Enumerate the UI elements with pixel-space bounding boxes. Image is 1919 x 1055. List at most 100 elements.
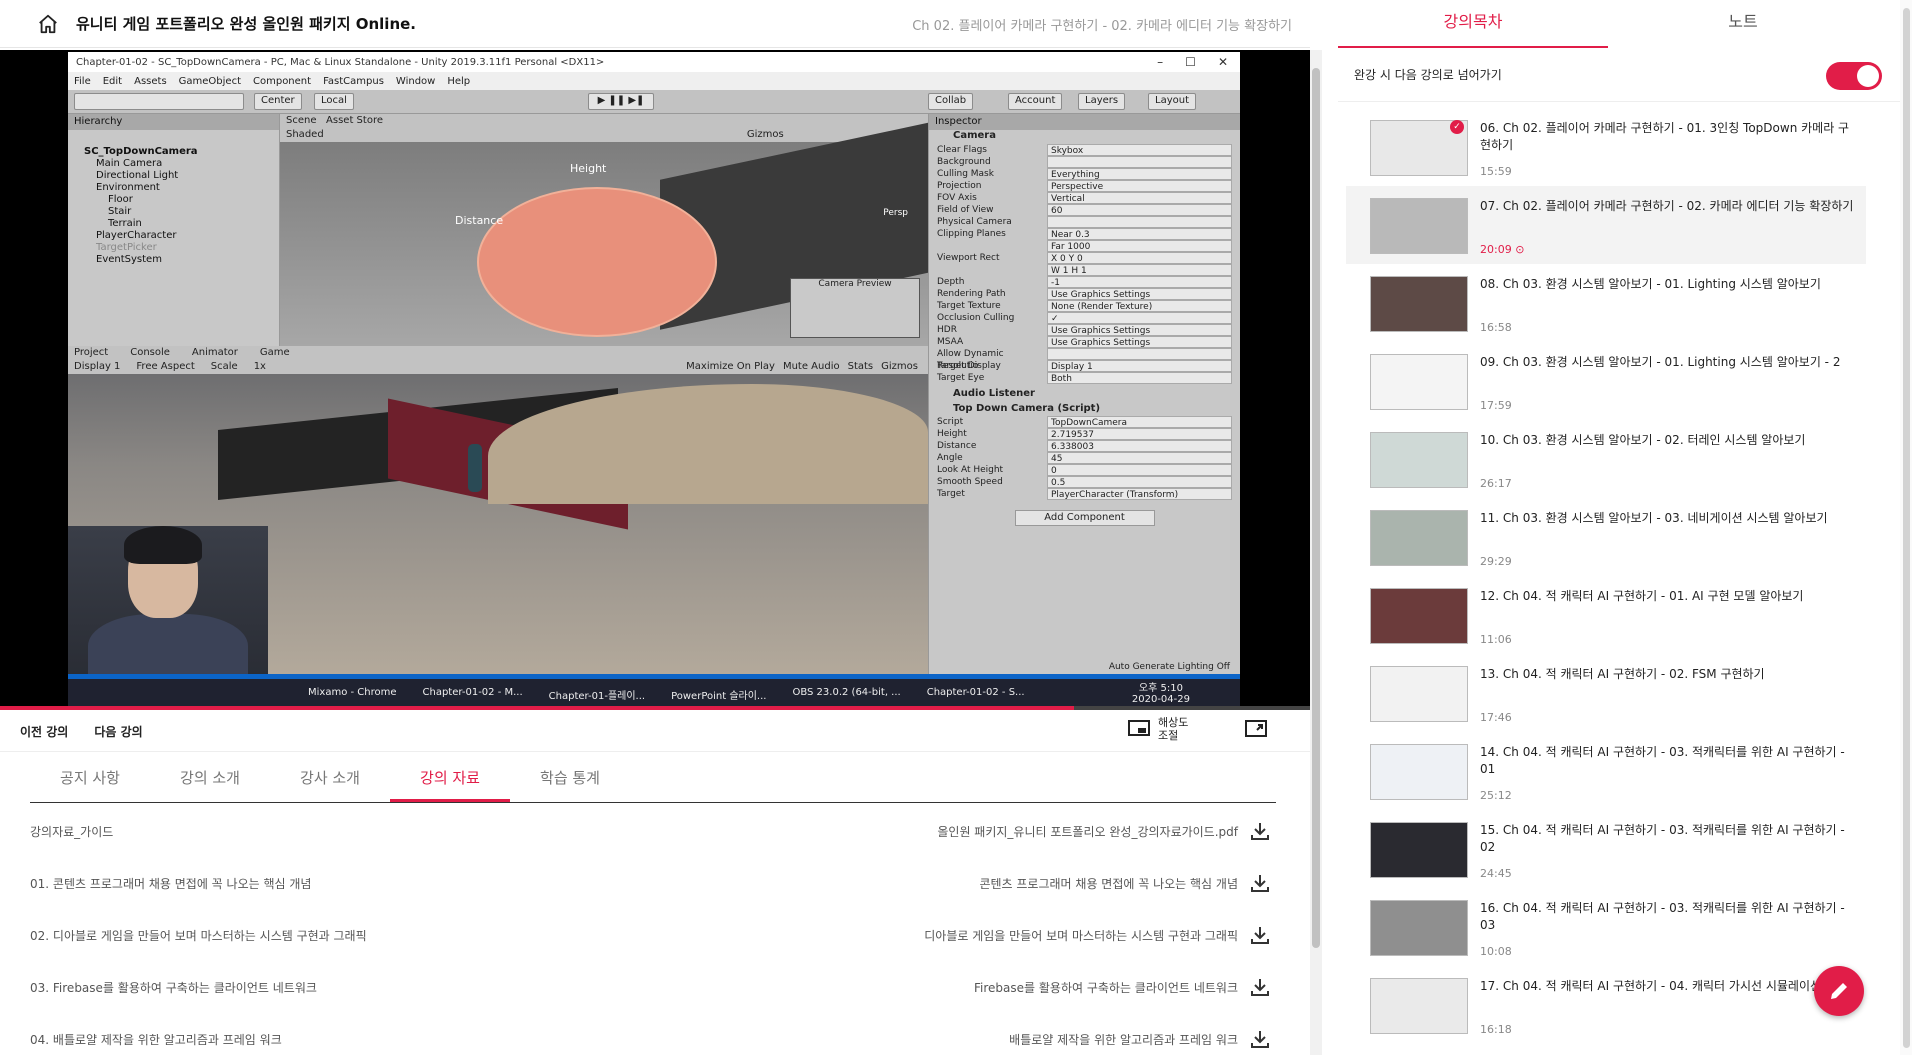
- resolution-button[interactable]: 해상도 조절: [1128, 716, 1198, 742]
- tab-2[interactable]: 강의 소개: [150, 757, 270, 802]
- lecture-item[interactable]: 15. Ch 04. 적 캐릭터 AI 구현하기 - 03. 적캐릭터를 위한 …: [1346, 810, 1866, 888]
- lecture-item[interactable]: 11. Ch 03. 환경 시스템 알아보기 - 03. 네비게이션 시스템 알…: [1346, 498, 1866, 576]
- hierarchy-item: EventSystem: [96, 254, 162, 265]
- material-file-link[interactable]: 디아블로 게임을 만들어 보며 마스터하는 시스템 구현과 그래픽: [924, 927, 1238, 944]
- lecture-item[interactable]: 08. Ch 03. 환경 시스템 알아보기 - 01. Lighting 시스…: [1346, 264, 1866, 342]
- camera-preview-label: Camera Preview: [818, 279, 892, 289]
- lecture-item[interactable]: 10. Ch 03. 환경 시스템 알아보기 - 02. 터레인 시스템 알아보…: [1346, 420, 1866, 498]
- lecture-thumbnail-image: [1371, 823, 1467, 877]
- auto-next-toggle[interactable]: [1826, 62, 1882, 90]
- game-bar-maximize: Maximize On Play: [686, 361, 775, 372]
- hierarchy-item: Floor: [108, 194, 133, 205]
- inspector-key: Target Eye: [937, 373, 985, 383]
- unity-menubar: File Edit Assets GameObject Component FastCam…: [68, 72, 1240, 90]
- inspector-value: ✓: [1047, 312, 1232, 324]
- inspector-key: [937, 264, 1047, 276]
- tab-curriculum[interactable]: 강의목차: [1338, 0, 1608, 48]
- inspector-row: Rendering Path Use Graphics Settings: [937, 288, 1232, 300]
- lecture-title: 13. Ch 04. 적 캐릭터 AI 구현하기 - 02. FSM 구현하기: [1480, 667, 1765, 681]
- lecture-item[interactable]: ✓ 06. Ch 02. 플레이어 카메라 구현하기 - 01. 3인칭 TopD…: [1346, 108, 1866, 186]
- material-file-link[interactable]: 콘텐츠 프로그래머 채용 면접에 꼭 나오는 핵심 개념: [979, 875, 1238, 892]
- inspector-row: Smooth Speed 0.5: [937, 476, 1232, 488]
- center-button: Center: [254, 93, 302, 110]
- inspector-key: Background: [937, 157, 991, 167]
- material-file-link[interactable]: 배틀로얄 제작을 위한 알고리즘과 프레임 워크: [1009, 1031, 1238, 1048]
- gizmos-label: Gizmos: [746, 129, 784, 140]
- lecture-item[interactable]: 16. Ch 04. 적 캐릭터 AI 구현하기 - 03. 적캐릭터를 위한 …: [1346, 888, 1866, 966]
- material-file-link[interactable]: 올인원 패키지_유니티 포트폴리오 완성_강의자료가이드.pdf: [937, 823, 1238, 840]
- lecture-thumbnail-image: [1371, 433, 1467, 487]
- inspector-key: Look At Height: [937, 465, 1004, 475]
- sidebar-scrollbar[interactable]: [1900, 0, 1912, 1055]
- inspector-value: Vertical: [1047, 192, 1232, 204]
- lecture-item[interactable]: 09. Ch 03. 환경 시스템 알아보기 - 01. Lighting 시스…: [1346, 342, 1866, 420]
- inspector-row: HDR Use Graphics Settings: [937, 324, 1232, 336]
- account-button: Account: [1008, 93, 1063, 110]
- unity-menu-item: GameObject: [178, 75, 241, 87]
- home-icon[interactable]: [24, 0, 72, 48]
- tab-4[interactable]: 강의 자료: [390, 757, 510, 802]
- game-bar-stats: Stats: [847, 361, 874, 372]
- inspector-value: 0: [1047, 464, 1232, 476]
- video-player[interactable]: Chapter-01-02 - SC_TopDownCamera - PC, M…: [0, 50, 1310, 710]
- lecture-title: 10. Ch 03. 환경 시스템 알아보기 - 02. 터레인 시스템 알아보…: [1480, 433, 1806, 447]
- lecture-title: 17. Ch 04. 적 캐릭터 AI 구현하기 - 04. 캐릭터 가시선 시…: [1480, 979, 1849, 993]
- download-icon[interactable]: [1250, 873, 1270, 896]
- inspector-row: Height 2.719537: [937, 428, 1232, 440]
- lecture-item[interactable]: 12. Ch 04. 적 캐릭터 AI 구현하기 - 01. AI 구현 모델 …: [1346, 576, 1866, 654]
- material-file-link[interactable]: Firebase를 활용하여 구축하는 클라이언트 네트워크: [974, 979, 1238, 996]
- main-scrollbar[interactable]: [1310, 50, 1322, 1055]
- tab-5[interactable]: 학습 통계: [510, 757, 630, 802]
- lecture-item[interactable]: 14. Ch 04. 적 캐릭터 AI 구현하기 - 03. 적캐릭터를 위한 …: [1346, 732, 1866, 810]
- play-controls: ▶ ❚❚ ▶❚: [588, 93, 654, 110]
- sidebar-scrollbar-thumb[interactable]: [1903, 8, 1910, 1048]
- inspector-row: Background: [937, 156, 1232, 168]
- next-lecture-button[interactable]: 다음 강의: [94, 723, 142, 740]
- prev-lecture-button[interactable]: 이전 강의: [20, 723, 68, 740]
- lecture-duration-text: 20:09: [1480, 243, 1512, 256]
- pencil-icon: [1831, 983, 1847, 999]
- inspector-key: Distance: [937, 441, 977, 451]
- unity-menu-item: File: [74, 75, 91, 87]
- download-icon[interactable]: [1250, 1029, 1270, 1052]
- lecture-item[interactable]: 17. Ch 04. 적 캐릭터 AI 구현하기 - 04. 캐릭터 가시선 시…: [1346, 966, 1866, 1044]
- inspector-value: 60: [1047, 204, 1232, 216]
- taskbar-item: PowerPoint 슬라이...: [671, 690, 767, 702]
- taskbar-clock: 오후 5:10 2020-04-29: [1116, 683, 1190, 705]
- lecture-item[interactable]: 07. Ch 02. 플레이어 카메라 구현하기 - 02. 카메라 에디터 기…: [1346, 186, 1866, 264]
- tab-3[interactable]: 강사 소개: [270, 757, 390, 802]
- tab-1[interactable]: 공지 사항: [30, 757, 150, 802]
- lecture-thumbnail-image: [1371, 199, 1467, 253]
- inspector-key: Smooth Speed: [937, 477, 1003, 487]
- download-icon[interactable]: [1250, 821, 1270, 844]
- material-row: 04. 배틀로얄 제작을 위한 알고리즘과 프레임 워크 배틀로얄 제작을 위한 …: [30, 1013, 1276, 1055]
- persp-label: Persp: [883, 208, 908, 218]
- inspector-value: Use Graphics Settings: [1047, 288, 1232, 300]
- download-icon[interactable]: [1250, 925, 1270, 948]
- hierarchy-item: TargetPicker: [96, 242, 157, 253]
- tab-notes[interactable]: 노트: [1608, 0, 1878, 48]
- lecture-item[interactable]: 13. Ch 04. 적 캐릭터 AI 구현하기 - 02. FSM 구현하기 1…: [1346, 654, 1866, 732]
- inspector-value: -1: [1047, 276, 1232, 288]
- lecture-duration: 16:58: [1480, 321, 1512, 334]
- presenter-webcam: [68, 526, 268, 674]
- taskbar-item: Chapter-01-02 - S...: [926, 686, 1025, 698]
- note-fab-button[interactable]: [1814, 966, 1864, 1016]
- lecture-thumbnail-image: [1371, 277, 1467, 331]
- fullscreen-icon[interactable]: [1245, 720, 1267, 744]
- clock-time: 오후 5:10: [1138, 683, 1183, 694]
- inspector-value: Near 0.3: [1047, 228, 1232, 240]
- scene-tabs: Scene Asset Store Shaded Gizmos: [280, 114, 928, 142]
- game-bar-scale: Scale: [210, 361, 238, 372]
- presenter-body: [88, 614, 248, 674]
- scene-floor-circle: [477, 187, 717, 337]
- main-scrollbar-thumb[interactable]: [1312, 68, 1320, 948]
- inspector-key: Rendering Path: [937, 289, 1006, 299]
- inspector-key: Culling Mask: [937, 169, 994, 179]
- game-panel: Project Console Animator Game Display 1 Free …: [68, 346, 928, 674]
- video-progress-bar[interactable]: [0, 706, 1310, 710]
- lecture-title: 08. Ch 03. 환경 시스템 알아보기 - 01. Lighting 시스…: [1480, 277, 1821, 291]
- download-icon[interactable]: [1250, 977, 1270, 1000]
- hierarchy-tab: Hierarchy: [68, 114, 279, 130]
- inspector-row: Allow Dynamic Resolutio: [937, 348, 1232, 371]
